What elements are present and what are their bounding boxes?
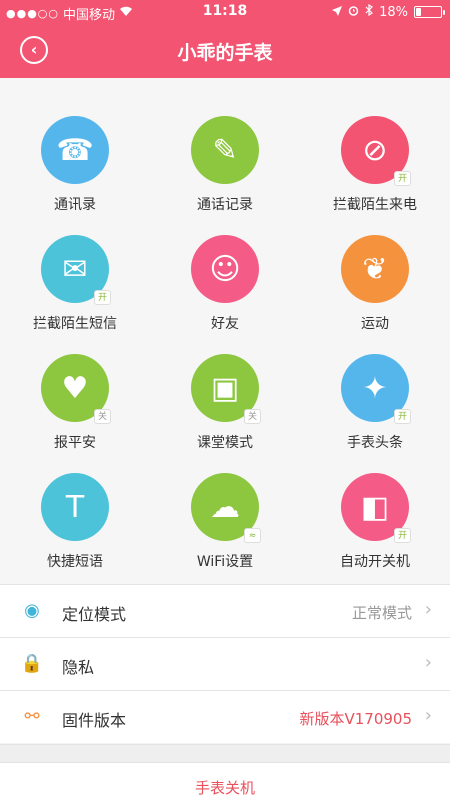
toggle-badge: ≈ [244,528,261,543]
settings-row-0[interactable]: ◉ 定位模式 正常模式 › [0,584,450,637]
grid-item-label: 自动开关机 [340,554,410,570]
class-mode-icon: ▣ 关 [191,354,261,424]
news-icon: ✦ 开 [341,354,411,424]
location-mode-icon: ◉ [24,600,40,621]
location-arrow-icon [332,5,343,20]
battery-icon [414,6,445,18]
feature-grid: ☎ 通讯录 ✎ 通话记录 ⊘ 开拦截陌生来电 ✉ 开拦截陌生短信 ☺ 好友 ❦ 运动 ♥ 关报平安 ▣ 关课堂… [0,78,450,584]
grid-item-3[interactable]: ✉ 开拦截陌生短信 [0,197,150,332]
settings-row-label: 固件版本 [62,711,127,730]
settings-row-label: 隐私 [62,658,95,677]
settings-row-value: 新版本V170905 [299,710,412,728]
bluetooth-icon [365,3,374,20]
toggle-badge: 开 [394,409,411,424]
call-log-icon: ✎ [191,116,259,184]
chevron-right-icon: › [424,599,432,620]
block-sms-icon: ✉ 开 [41,235,111,305]
page-title: 小乖的手表 [177,42,273,64]
chevron-right-icon: › [424,705,432,726]
grid-item-8[interactable]: ✦ 开手表头条 [300,316,450,451]
wifi-settings-icon: ☁ ≈ [191,473,261,543]
chevron-right-icon: › [424,652,432,673]
shutdown-button[interactable]: 手表关机 [0,762,450,800]
grid-item-2[interactable]: ⊘ 开拦截陌生来电 [300,78,450,213]
settings-row-1[interactable]: 🔒 隐私 › [0,637,450,690]
grid-item-label: 快捷短语 [47,554,103,570]
safe-heart-icon: ♥ 关 [41,354,111,424]
lock-icon: 🔒 [20,653,44,674]
friends-icon: ☺ [191,235,259,303]
battery-percent: 18% [379,4,408,20]
grid-item-5[interactable]: ❦ 运动 [300,197,450,332]
grid-item-7[interactable]: ▣ 关课堂模式 [150,316,300,451]
settings-row-label: 定位模式 [62,605,127,624]
grid-item-1[interactable]: ✎ 通话记录 [150,78,300,213]
grid-item-9[interactable]: T 快捷短语 [0,435,150,570]
grid-item-11[interactable]: ◧ 开自动开关机 [300,435,450,570]
grid-item-0[interactable]: ☎ 通讯录 [0,78,150,213]
settings-row-2[interactable]: ⚯ 固件版本 新版本V170905 › [0,690,450,743]
battery-fill [416,8,421,16]
grid-item-label: WiFi设置 [196,554,254,570]
status-bar: ●●●○○ 中国移动 11:18 18% [0,0,450,24]
toggle-badge: 关 [94,409,111,424]
grid-item-4[interactable]: ☺ 好友 [150,197,300,332]
phone-book-icon: ☎ [41,116,109,184]
header: ●●●○○ 中国移动 11:18 18% ‹ 小乖的手表 [0,0,450,78]
alarm-icon [348,5,359,20]
section-divider [0,744,450,762]
footprints-icon: ❦ [341,235,409,303]
toggle-badge: 开 [394,528,411,543]
share-nodes-icon: ⚯ [24,706,40,727]
quick-text-icon: T [41,473,109,541]
toggle-badge: 开 [94,290,111,305]
settings-row-value: 正常模式 [351,604,412,622]
grid-item-10[interactable]: ☁ ≈ WiFi设置 [150,435,300,570]
toggle-badge: 开 [394,171,411,186]
settings-list: ◉ 定位模式 正常模式 › 🔒 隐私 › ⚯ 固件版本 新版本V170905 › [0,584,450,743]
block-call-icon: ⊘ 开 [341,116,411,186]
toggle-badge: 关 [244,409,261,424]
grid-item-6[interactable]: ♥ 关报平安 [0,316,150,451]
auto-power-icon: ◧ 开 [341,473,411,543]
